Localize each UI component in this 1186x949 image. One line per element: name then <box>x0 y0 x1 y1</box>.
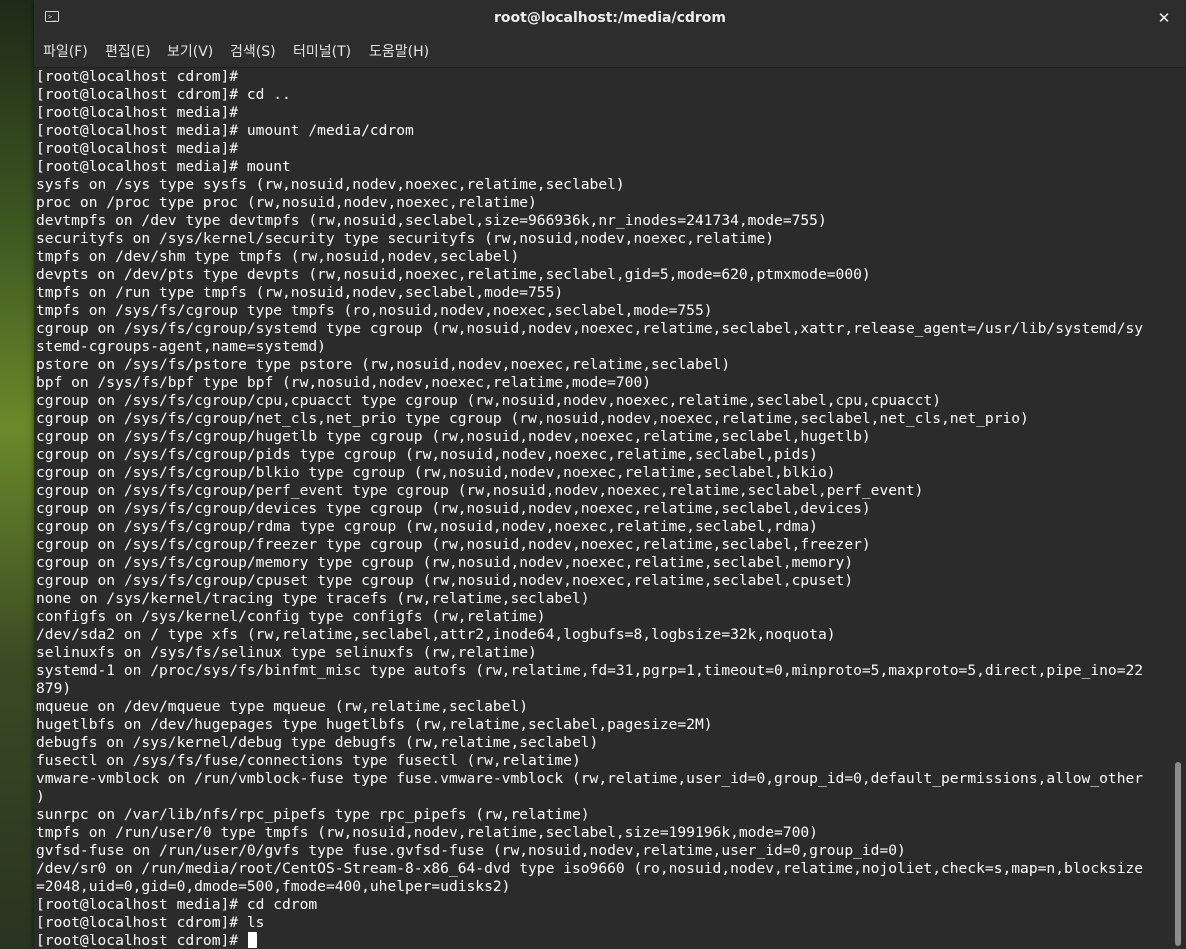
menu-help[interactable]: 도움말(H) <box>369 36 429 68</box>
terminal-line: tmpfs on /sys/fs/cgroup type tmpfs (ro,n… <box>36 302 713 319</box>
text-cursor <box>247 932 257 948</box>
terminal-line: cgroup on /sys/fs/cgroup/memory type cgr… <box>36 554 854 571</box>
terminal-line: systemd-1 on /proc/sys/fs/binfmt_misc ty… <box>36 662 1144 679</box>
terminal-line: fusectl on /sys/fs/fuse/connections type… <box>36 752 581 769</box>
terminal-line: [root@localhost cdrom]# <box>36 932 1143 949</box>
terminal-line: cgroup on /sys/fs/cgroup/systemd type cg… <box>36 320 1144 337</box>
terminal-line: cgroup on /sys/fs/cgroup/cpuset type cgr… <box>36 572 854 589</box>
terminal-line: [root@localhost cdrom]# ls <box>36 914 265 931</box>
terminal-line: [root@localhost media]# mount <box>36 158 291 175</box>
terminal-line: pstore on /sys/fs/pstore type pstore (rw… <box>36 356 731 373</box>
terminal-line: /dev/sr0 on /run/media/root/CentOS-Strea… <box>36 860 1144 877</box>
menu-search[interactable]: 검색(S) <box>230 36 276 68</box>
terminal-line: mqueue on /dev/mqueue type mqueue (rw,re… <box>36 698 529 715</box>
terminal-line: [root@localhost cdrom]# cd .. <box>36 86 291 103</box>
terminal-line: [root@localhost cdrom]# <box>36 68 239 85</box>
terminal-line: tmpfs on /run/user/0 type tmpfs (rw,nosu… <box>36 824 818 841</box>
terminal-line: cgroup on /sys/fs/cgroup/net_cls,net_pri… <box>36 410 1029 427</box>
terminal-line: configfs on /sys/kernel/config type conf… <box>36 608 546 625</box>
terminal-line: selinuxfs on /sys/fs/selinux type selinu… <box>36 644 537 661</box>
terminal-line: bpf on /sys/fs/bpf type bpf (rw,nosuid,n… <box>36 374 652 391</box>
terminal-line: tmpfs on /run type tmpfs (rw,nosuid,node… <box>36 284 564 301</box>
terminal-output[interactable]: [root@localhost cdrom]# [root@localhost c… <box>34 68 1170 949</box>
terminal-line: vmware-vmblock on /run/vmblock-fuse type… <box>36 770 1144 787</box>
menu-file[interactable]: 파일(F) <box>43 36 88 68</box>
terminal-line: none on /sys/kernel/tracing type tracefs… <box>36 590 590 607</box>
terminal-line: stemd-cgroups-agent,name=systemd) <box>36 338 326 355</box>
terminal-line: [root@localhost media]# cd cdrom <box>36 896 318 913</box>
terminal-line: cgroup on /sys/fs/cgroup/hugetlb type cg… <box>36 428 871 445</box>
terminal-line: sunrpc on /var/lib/nfs/rpc_pipefs type r… <box>36 806 590 823</box>
terminal-line: debugfs on /sys/kernel/debug type debugf… <box>36 734 599 751</box>
close-button[interactable]: ✕ <box>1154 8 1174 28</box>
terminal-lines: [root@localhost cdrom]# [root@localhost c… <box>36 68 1143 949</box>
terminal-line: sysfs on /sys type sysfs (rw,nosuid,node… <box>36 176 625 193</box>
terminal-line: ) <box>36 788 45 805</box>
terminal-line: =2048,uid=0,gid=0,dmode=500,fmode=400,uh… <box>36 878 511 895</box>
terminal-line: [root@localhost media]# umount /media/cd… <box>36 122 414 139</box>
terminal-line: /dev/sda2 on / type xfs (rw,relatime,sec… <box>36 626 836 643</box>
scrollbar-thumb[interactable] <box>1175 762 1181 946</box>
terminal-line: devpts on /dev/pts type devpts (rw,nosui… <box>36 266 871 283</box>
terminal-line: cgroup on /sys/fs/cgroup/rdma type cgrou… <box>36 518 818 535</box>
terminal-line: cgroup on /sys/fs/cgroup/blkio type cgro… <box>36 464 836 481</box>
window-title: root@localhost:/media/cdrom <box>493 10 726 26</box>
terminal-line: hugetlbfs on /dev/hugepages type hugetlb… <box>36 716 713 733</box>
terminal-line: gvfsd-fuse on /run/user/0/gvfs type fuse… <box>36 842 906 859</box>
terminal-line: proc on /proc type proc (rw,nosuid,nodev… <box>36 194 537 211</box>
terminal-line: [root@localhost media]# <box>36 104 239 121</box>
terminal-line: cgroup on /sys/fs/cgroup/cpu,cpuacct typ… <box>36 392 941 409</box>
terminal-line: tmpfs on /dev/shm type tmpfs (rw,nosuid,… <box>36 248 520 265</box>
terminal-line: 879) <box>36 680 72 697</box>
terminal-line: cgroup on /sys/fs/cgroup/perf_event type… <box>36 482 924 499</box>
terminal-line: securityfs on /sys/kernel/security type … <box>36 230 775 247</box>
terminal-line: cgroup on /sys/fs/cgroup/pids type cgrou… <box>36 446 818 463</box>
terminal-line: devtmpfs on /dev type devtmpfs (rw,nosui… <box>36 212 827 229</box>
terminal-line: cgroup on /sys/fs/cgroup/freezer type cg… <box>36 536 871 553</box>
terminal-scrollbar[interactable] <box>1170 68 1186 949</box>
menu-view[interactable]: 보기(V) <box>167 36 213 68</box>
menu-bar: 파일(F) 편집(E) 보기(V) 검색(S) 터미널(T) 도움말(H) <box>34 36 1186 68</box>
title-bar[interactable]: >_ root@localhost:/media/cdrom ✕ <box>34 0 1186 36</box>
terminal-line: [root@localhost media]# <box>36 140 239 157</box>
desktop-background <box>0 0 36 949</box>
menu-edit[interactable]: 편집(E) <box>105 36 151 68</box>
terminal-line: cgroup on /sys/fs/cgroup/devices type cg… <box>36 500 871 517</box>
menu-terminal[interactable]: 터미널(T) <box>293 36 351 68</box>
